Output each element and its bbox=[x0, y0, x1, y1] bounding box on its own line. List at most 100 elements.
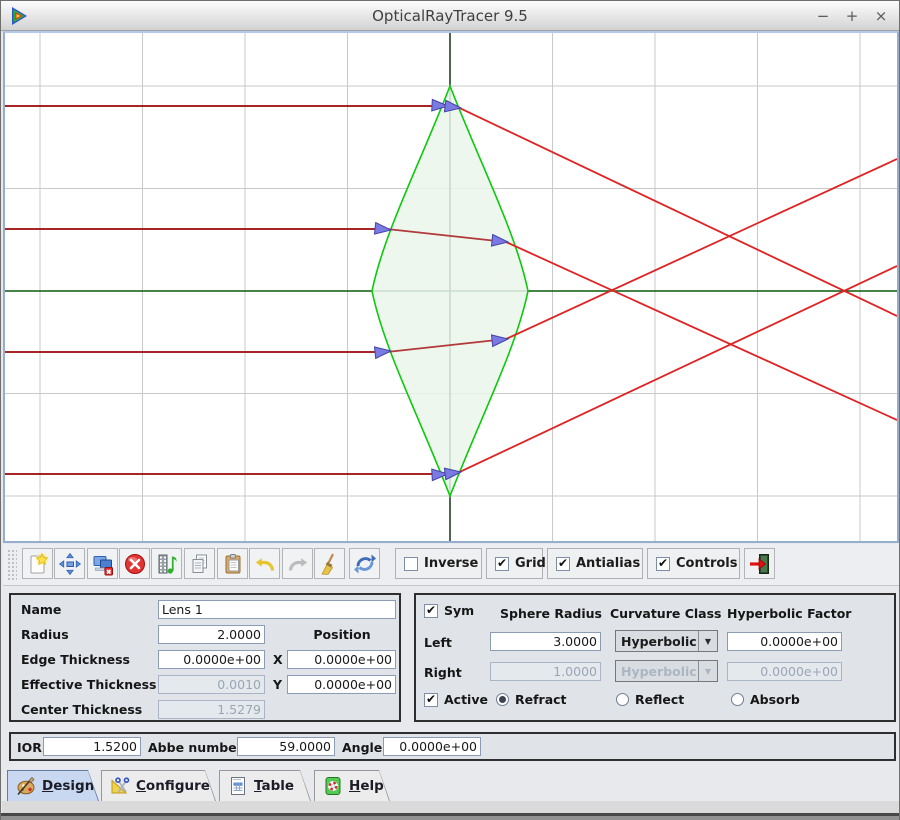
left-sphere-radius-input[interactable] bbox=[490, 632, 601, 651]
edge-thickness-input[interactable] bbox=[158, 650, 265, 669]
app-window: OpticalRayTracer 9.5 − + × bbox=[0, 0, 900, 820]
antialias-checkbox[interactable] bbox=[556, 557, 570, 571]
redo-icon bbox=[286, 552, 310, 576]
help-icon bbox=[323, 776, 343, 796]
refract-radio[interactable] bbox=[496, 693, 509, 706]
reflect-radio[interactable] bbox=[616, 693, 629, 706]
controls-label: Controls bbox=[676, 556, 737, 571]
right-sphere-radius-input bbox=[490, 662, 601, 681]
palette-icon bbox=[16, 776, 36, 796]
radius-input[interactable] bbox=[158, 625, 265, 644]
configure-icon bbox=[110, 776, 130, 796]
grid-checkbox[interactable] bbox=[495, 557, 509, 571]
left-hyperbolic-factor-input[interactable] bbox=[727, 632, 842, 651]
clean-traces-button[interactable] bbox=[314, 548, 345, 579]
redo-button[interactable] bbox=[282, 548, 313, 579]
curvature-class-header: Curvature Class bbox=[610, 606, 721, 621]
effective-thickness-input bbox=[158, 675, 265, 694]
sym-checkbox[interactable] bbox=[424, 604, 438, 618]
ray-trace-canvas[interactable] bbox=[3, 31, 899, 543]
delete-icon bbox=[123, 552, 147, 576]
lens-outline bbox=[372, 86, 528, 496]
active-checkbox[interactable] bbox=[424, 693, 438, 707]
center-thickness-input bbox=[158, 700, 265, 719]
toolbar: Inverse Grid Antialias Controls bbox=[3, 544, 899, 586]
toolbar-drag-handle[interactable] bbox=[7, 549, 17, 581]
edge-thickness-label: Edge Thickness bbox=[21, 652, 130, 667]
new-lens-icon bbox=[26, 552, 50, 576]
inverse-label: Inverse bbox=[424, 556, 478, 571]
broom-icon bbox=[318, 552, 342, 576]
window-title: OpticalRayTracer 9.5 bbox=[1, 7, 899, 25]
inverse-checkbox[interactable] bbox=[404, 557, 418, 571]
sym-label: Sym bbox=[444, 603, 474, 618]
controls-checkbox[interactable] bbox=[656, 557, 670, 571]
ior-label: IOR bbox=[17, 740, 42, 755]
name-label: Name bbox=[21, 602, 61, 617]
absorb-label: Absorb bbox=[750, 692, 800, 707]
angle-label: Angle bbox=[342, 740, 382, 755]
sym-control[interactable]: Sym bbox=[424, 603, 474, 618]
paste-icon bbox=[221, 552, 245, 576]
pan-view-icon bbox=[58, 552, 82, 576]
reflect-label: Reflect bbox=[635, 692, 684, 707]
close-displays-icon bbox=[91, 552, 115, 576]
refract-label: Refract bbox=[515, 692, 567, 707]
material-panel: IOR Abbe number Angle bbox=[9, 732, 896, 761]
grid-label: Grid bbox=[515, 556, 546, 571]
surface-panel: Sym Sphere Radius Curvature Class Hyperb… bbox=[414, 593, 896, 722]
animation-icon bbox=[155, 552, 179, 576]
abbe-number-input[interactable] bbox=[237, 737, 335, 756]
pan-view-button[interactable] bbox=[54, 548, 85, 579]
toggle-antialias[interactable]: Antialias bbox=[547, 548, 643, 579]
x-position-input[interactable] bbox=[287, 650, 396, 669]
copy-button[interactable] bbox=[184, 548, 215, 579]
exit-button[interactable] bbox=[744, 548, 775, 579]
toggle-controls[interactable]: Controls bbox=[647, 548, 740, 579]
delete-lens-button[interactable] bbox=[119, 548, 150, 579]
minimize-button[interactable]: − bbox=[815, 7, 831, 25]
right-curvature-value: Hyperbolic bbox=[616, 664, 698, 679]
close-button[interactable]: × bbox=[873, 7, 889, 25]
refresh-icon bbox=[353, 552, 377, 576]
undo-button[interactable] bbox=[249, 548, 280, 579]
exit-icon bbox=[748, 552, 772, 576]
absorb-control[interactable]: Absorb bbox=[731, 692, 800, 707]
y-position-input[interactable] bbox=[287, 675, 396, 694]
toggle-inverse[interactable]: Inverse bbox=[395, 548, 482, 579]
ior-input[interactable] bbox=[43, 737, 141, 756]
paste-button[interactable] bbox=[217, 548, 248, 579]
right-hyperbolic-factor-input bbox=[727, 662, 842, 681]
tab-help[interactable]: Help bbox=[314, 770, 390, 801]
active-control[interactable]: Active bbox=[424, 692, 488, 707]
absorb-radio[interactable] bbox=[731, 693, 744, 706]
maximize-button[interactable]: + bbox=[844, 7, 860, 25]
tab-configure-label: Configure bbox=[136, 778, 210, 794]
tab-design[interactable]: Design bbox=[7, 770, 99, 801]
tab-configure[interactable]: Configure bbox=[101, 770, 216, 801]
refract-control[interactable]: Refract bbox=[496, 692, 567, 707]
undo-icon bbox=[253, 552, 277, 576]
angle-input[interactable] bbox=[383, 737, 481, 756]
active-label: Active bbox=[444, 692, 488, 707]
close-displays-button[interactable] bbox=[87, 548, 118, 579]
tab-table[interactable]: Table bbox=[219, 770, 311, 801]
center-thickness-label: Center Thickness bbox=[21, 702, 142, 717]
left-curvature-value: Hyperbolic bbox=[616, 634, 698, 649]
refresh-button[interactable] bbox=[349, 548, 380, 579]
new-lens-button[interactable] bbox=[22, 548, 53, 579]
left-curvature-combo[interactable]: Hyperbolic ▼ bbox=[615, 630, 718, 652]
hyperbolic-factor-header: Hyperbolic Factor bbox=[727, 606, 851, 621]
combo-arrow-icon: ▼ bbox=[698, 631, 717, 651]
animation-button[interactable] bbox=[151, 548, 182, 579]
toggle-grid[interactable]: Grid bbox=[486, 548, 543, 579]
tab-table-label: Table bbox=[254, 778, 294, 794]
title-bar[interactable]: OpticalRayTracer 9.5 − + × bbox=[1, 1, 899, 31]
right-surface-label: Right bbox=[424, 665, 462, 680]
tab-help-label: Help bbox=[349, 778, 384, 794]
reflect-control[interactable]: Reflect bbox=[616, 692, 684, 707]
table-icon bbox=[228, 776, 248, 796]
effective-thickness-label: Effective Thickness bbox=[21, 677, 156, 692]
app-icon bbox=[8, 5, 30, 27]
name-input[interactable] bbox=[158, 600, 396, 619]
